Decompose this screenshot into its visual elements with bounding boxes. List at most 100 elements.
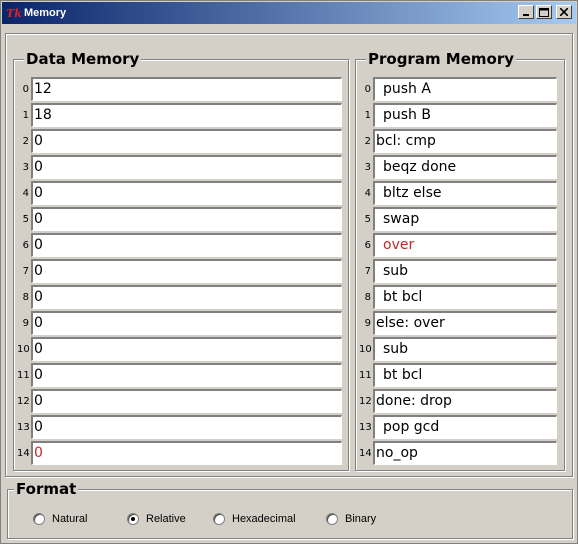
program-memory-row: 8 bt bcl: [359, 285, 557, 309]
data-memory-index: 8: [22, 291, 29, 303]
program-memory-index: 10: [359, 343, 372, 355]
program-memory-cell[interactable]: bt bcl: [373, 363, 557, 387]
program-memory-index: 2: [364, 135, 371, 147]
data-memory-cell[interactable]: 0: [31, 311, 342, 335]
radio-label: Hexadecimal: [232, 513, 296, 525]
data-memory-row: 80: [17, 285, 342, 309]
data-memory-index: 0: [22, 83, 29, 95]
format-option-natural[interactable]: Natural: [33, 513, 87, 525]
data-memory-index: 2: [22, 135, 29, 147]
program-memory-row: 11 bt bcl: [359, 363, 557, 387]
program-memory-row: 9 else: over: [359, 311, 557, 335]
close-button[interactable]: [556, 5, 572, 19]
program-memory-index: 13: [359, 421, 372, 433]
program-memory-row: 12 done: drop: [359, 389, 557, 413]
program-memory-row: 10 sub: [359, 337, 557, 361]
radio-button[interactable]: [213, 513, 225, 525]
program-memory-index: 3: [364, 161, 371, 173]
data-memory-cell[interactable]: 0: [31, 337, 342, 361]
data-memory-cell[interactable]: 0: [31, 285, 342, 309]
data-memory-index: 11: [17, 369, 30, 381]
program-memory-cell[interactable]: else: over: [373, 311, 557, 335]
data-memory-cell[interactable]: 0: [31, 363, 342, 387]
data-memory-cell[interactable]: 0: [31, 155, 342, 179]
program-memory-row: 4 bltz else: [359, 181, 557, 205]
program-memory-cell[interactable]: sub: [373, 259, 557, 283]
data-memory-index: 12: [17, 395, 30, 407]
program-memory-cell[interactable]: pop gcd: [373, 415, 557, 439]
data-memory-row: 11 0: [17, 363, 342, 387]
title-bar[interactable]: Tk Memory: [2, 2, 576, 24]
data-memory-cell[interactable]: 0: [31, 181, 342, 205]
program-memory-cell[interactable]: no_op: [373, 441, 557, 465]
data-memory-cell[interactable]: 0: [31, 415, 342, 439]
format-option-hexadecimal[interactable]: Hexadecimal: [213, 513, 296, 525]
data-memory-row: 40: [17, 181, 342, 205]
program-memory-row: 6 over: [359, 233, 557, 257]
radio-label: Binary: [345, 513, 377, 525]
data-memory-cell[interactable]: 0: [31, 441, 342, 465]
program-memory-cell[interactable]: swap: [373, 207, 557, 231]
data-memory-cell[interactable]: 0: [31, 389, 342, 413]
data-memory-cell[interactable]: 0: [31, 129, 342, 153]
program-memory-cell[interactable]: bcl: cmp: [373, 129, 557, 153]
data-memory-index: 1: [22, 109, 29, 121]
program-memory-index: 12: [359, 395, 372, 407]
minimize-icon: [523, 14, 529, 16]
data-memory-index: 14: [17, 447, 30, 459]
program-memory-row: 1 push B: [359, 103, 557, 127]
data-memory-row: 60: [17, 233, 342, 257]
program-memory-row: 5 swap: [359, 207, 557, 231]
program-memory-row: 14 no_op: [359, 441, 557, 465]
tk-app-icon: Tk: [6, 6, 22, 20]
program-memory-cell[interactable]: over: [373, 233, 557, 257]
data-memory-label: Data Memory: [24, 50, 142, 68]
program-memory-cell[interactable]: beqz done: [373, 155, 557, 179]
data-memory-index: 3: [22, 161, 29, 173]
memory-window: Tk Memory Data Memory 0 12 1 18 2 0 3 0 4 0 5 0 6 0 7 0…: [0, 0, 578, 544]
close-icon: [560, 8, 568, 16]
data-memory-row: 30: [17, 155, 342, 179]
program-memory-cell[interactable]: done: drop: [373, 389, 557, 413]
data-memory-row: 14 0: [17, 441, 342, 465]
format-option-binary[interactable]: Binary: [326, 513, 376, 525]
maximize-button[interactable]: [536, 5, 552, 19]
program-memory-cell[interactable]: push B: [373, 103, 557, 127]
format-label: Format: [14, 480, 79, 498]
minimize-button[interactable]: [518, 5, 534, 19]
data-memory-index: 9: [22, 317, 29, 329]
data-memory-row: 10 0: [17, 337, 342, 361]
data-memory-row: 13 0: [17, 415, 342, 439]
program-memory-row: 7 sub: [359, 259, 557, 283]
program-memory-index: 14: [359, 447, 372, 459]
program-memory-row: 2 bcl: cmp: [359, 129, 557, 153]
radio-button[interactable]: [326, 513, 338, 525]
radio-label: Relative: [146, 513, 186, 525]
format-option-relative[interactable]: Relative: [127, 513, 186, 525]
data-memory-row: 1 18: [17, 103, 342, 127]
data-memory-cell[interactable]: 18: [31, 103, 342, 127]
radio-button[interactable]: [127, 513, 139, 525]
program-memory-index: 11: [359, 369, 372, 381]
program-memory-row: 0 push A: [359, 77, 557, 101]
data-memory-index: 10: [17, 343, 30, 355]
data-memory-index: 6: [22, 239, 29, 251]
program-memory-index: 9: [364, 317, 371, 329]
program-memory-index: 0: [364, 83, 371, 95]
data-memory-cell[interactable]: 0: [31, 233, 342, 257]
program-memory-cell[interactable]: bltz else: [373, 181, 557, 205]
program-memory-index: 5: [364, 213, 371, 225]
data-memory-row: 12 0: [17, 389, 342, 413]
radio-button[interactable]: [33, 513, 45, 525]
data-memory-cell[interactable]: 0: [31, 259, 342, 283]
data-memory-row: 20: [17, 129, 342, 153]
program-memory-cell[interactable]: bt bcl: [373, 285, 557, 309]
program-memory-index: 7: [364, 265, 371, 277]
data-memory-cell[interactable]: 0: [31, 207, 342, 231]
data-memory-row: 50: [17, 207, 342, 231]
program-memory-cell[interactable]: push A: [373, 77, 557, 101]
radio-label: Natural: [52, 513, 88, 525]
data-memory-cell[interactable]: 12: [31, 77, 342, 101]
program-memory-index: 6: [364, 239, 371, 251]
program-memory-cell[interactable]: sub: [373, 337, 557, 361]
